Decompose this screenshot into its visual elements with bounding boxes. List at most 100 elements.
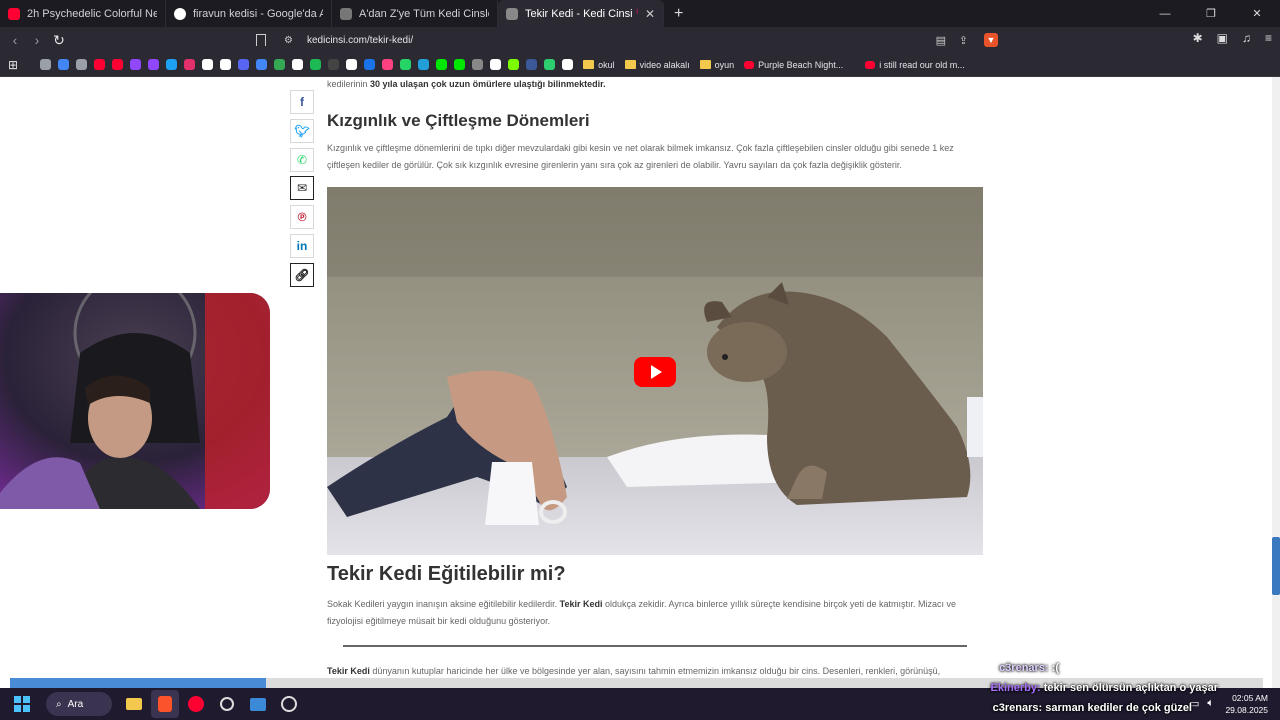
menu-icon[interactable]: ≡: [1265, 31, 1272, 45]
link-icon[interactable]: 🔗︎: [290, 263, 314, 287]
windows-start-icon[interactable]: [8, 690, 36, 718]
tab-2[interactable]: A'dan Z'ye Tüm Kedi Cinsleri ? Kedi C: [332, 0, 498, 27]
page-icon: [506, 7, 518, 20]
steam-icon[interactable]: [275, 690, 303, 718]
bookmark-favicon-icon[interactable]: [58, 59, 70, 70]
brave-browser-icon[interactable]: [151, 690, 179, 718]
bookmark-favicon-icon[interactable]: [364, 59, 376, 70]
whatsapp-icon[interactable]: ✆: [290, 148, 314, 172]
bookmark-still-read[interactable]: i still read our old m...: [865, 60, 965, 70]
close-window-button[interactable]: ✕: [1234, 0, 1280, 27]
tab-1[interactable]: firavun kedisi - Google'da Ara: [166, 0, 332, 27]
youtube-icon: [865, 60, 876, 69]
scrollbar-thumb[interactable]: [1272, 537, 1280, 595]
paragraph-trainable: Sokak Kedileri yaygın inanışın aksine eğ…: [327, 596, 984, 630]
bookmark-favicon-icon[interactable]: [130, 59, 142, 70]
chat-message-2: c3renars: sarman kediler de çok güzel: [993, 702, 1192, 714]
bookmark-favicon-icon[interactable]: [202, 59, 214, 70]
bookmark-folder-oyun[interactable]: oyun: [699, 59, 735, 70]
bookmark-favicon-icon[interactable]: [76, 59, 88, 70]
extensions-icon[interactable]: ✱: [1193, 31, 1203, 45]
clock-time: 02:05 AM: [1232, 693, 1268, 703]
bookmark-favicon-icon[interactable]: [526, 59, 538, 70]
restore-button[interactable]: ❐: [1188, 0, 1234, 27]
taskbar-search[interactable]: ⌕ Ara: [46, 692, 112, 716]
media-icon[interactable]: ♫: [1242, 31, 1251, 45]
bookmark-folder-okul[interactable]: okul: [583, 60, 615, 70]
chat-message-1: Ekinerby: tekir sen ölürsün açlıktan o y…: [991, 682, 1218, 694]
folder-icon: [583, 60, 595, 69]
wallet-icon[interactable]: ▣: [1217, 31, 1228, 45]
reader-mode-icon[interactable]: ▤: [936, 34, 946, 47]
bookmark-label: oyun: [714, 59, 735, 70]
bookmark-favicon-icon[interactable]: [508, 59, 520, 70]
bookmark-favicon-icon[interactable]: [292, 59, 304, 70]
bookmark-favicon-icon[interactable]: [94, 59, 106, 70]
bookmark-favicon-icon[interactable]: [454, 59, 466, 70]
bookmark-favicon-icon[interactable]: [472, 59, 484, 70]
bookmark-purple-beach[interactable]: Purple Beach Night...: [744, 60, 843, 70]
close-tab-icon[interactable]: ✕: [645, 7, 655, 21]
play-button[interactable]: [634, 357, 676, 387]
bookmark-folder-video[interactable]: video alakalı: [624, 60, 690, 70]
bookmark-favicon-icon[interactable]: [148, 59, 160, 70]
toolbar-right: ✱ ▣ ♫ ≡: [1193, 31, 1272, 45]
bookmark-favicon-icon[interactable]: [436, 59, 448, 70]
brave-shields-icon[interactable]: ▼: [984, 33, 998, 47]
bookmark-favicon-icon[interactable]: [400, 59, 412, 70]
twitter-icon[interactable]: 🐦︎: [290, 119, 314, 143]
tab-3-active[interactable]: Tekir Kedi - Kedi Cinsi 💗 ✕: [498, 0, 664, 27]
photos-icon[interactable]: [244, 690, 272, 718]
bookmark-favicon-icon[interactable]: [274, 59, 286, 70]
bookmark-favicon-icon[interactable]: [166, 59, 178, 70]
clock-date: 29.08.2025: [1225, 705, 1268, 715]
youtube-app-icon[interactable]: [182, 690, 210, 718]
webcam-overlay: [0, 293, 270, 509]
bookmark-favicon-icon[interactable]: [40, 59, 52, 70]
page-scrollbar[interactable]: [1272, 77, 1280, 688]
bookmark-icons: [40, 59, 574, 70]
bookmark-favicon-icon[interactable]: [346, 59, 358, 70]
bookmark-favicon-icon[interactable]: [238, 59, 250, 70]
paragraph-mating: Kızgınlık ve çiftleşme dönemlerini de tı…: [327, 143, 954, 170]
back-icon[interactable]: ‹: [4, 32, 26, 48]
volume-icon[interactable]: 🔈︎: [1207, 697, 1214, 710]
heading-trainable: Tekir Kedi Eğitilebilir mi?: [327, 563, 566, 585]
bookmark-icon[interactable]: [256, 34, 266, 46]
share-icon[interactable]: ⇪: [959, 34, 968, 47]
new-tab-button[interactable]: +: [674, 5, 683, 23]
tab-title: Tekir Kedi - Kedi Cinsi 💗: [525, 8, 638, 20]
clock[interactable]: 02:05 AM 29.08.2025: [1225, 692, 1268, 716]
youtube-video-embed[interactable]: [327, 187, 983, 555]
tab-title: A'dan Z'ye Tüm Kedi Cinsleri ? Kedi C: [359, 7, 489, 20]
bookmark-favicon-icon[interactable]: [562, 59, 574, 70]
navigation-bar: ‹ › ↻ ⚙ kedicinsi.com/tekir-kedi/ ▤ ⇪ ▼ …: [0, 27, 1280, 53]
bookmark-favicon-icon[interactable]: [544, 59, 556, 70]
email-icon[interactable]: ✉: [290, 176, 314, 200]
file-explorer-icon[interactable]: [120, 690, 148, 718]
bookmark-favicon-icon[interactable]: [418, 59, 430, 70]
bookmark-favicon-icon[interactable]: [490, 59, 502, 70]
bookmark-favicon-icon[interactable]: [184, 59, 196, 70]
url-text: kedicinsi.com/tekir-kedi/: [306, 34, 414, 46]
site-info-icon[interactable]: ⚙: [284, 35, 293, 46]
bookmark-label: okul: [598, 59, 615, 70]
folder-icon: [624, 60, 636, 69]
minimize-button[interactable]: —: [1142, 0, 1188, 27]
bookmark-favicon-icon[interactable]: [310, 59, 322, 70]
address-bar[interactable]: ⚙ kedicinsi.com/tekir-kedi/ ▤ ⇪ ▼: [256, 30, 1002, 50]
app-icon[interactable]: [213, 690, 241, 718]
tab-0[interactable]: 2h Psychedelic Colorful Neon Backgro: [0, 0, 166, 27]
apps-icon[interactable]: ⊞: [8, 58, 18, 72]
bookmark-favicon-icon[interactable]: [112, 59, 124, 70]
reload-icon[interactable]: ↻: [48, 32, 70, 49]
facebook-icon[interactable]: f: [290, 90, 314, 114]
linkedin-icon[interactable]: in: [290, 234, 314, 258]
bookmark-favicon-icon[interactable]: [382, 59, 394, 70]
bookmark-favicon-icon[interactable]: [256, 59, 268, 70]
tab-bar: 2h Psychedelic Colorful Neon Backgro fir…: [0, 0, 1280, 27]
forward-icon[interactable]: ›: [26, 32, 48, 48]
pinterest-icon[interactable]: ℗: [290, 205, 314, 229]
bookmark-favicon-icon[interactable]: [220, 59, 232, 70]
bookmark-favicon-icon[interactable]: [328, 59, 340, 70]
